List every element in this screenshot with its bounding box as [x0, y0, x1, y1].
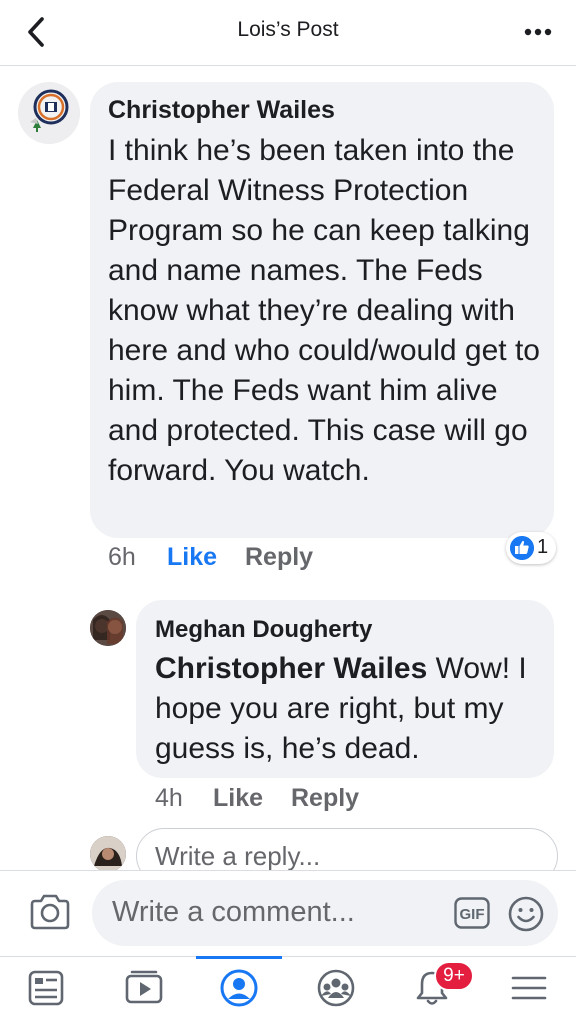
notification-badge: 9+: [434, 961, 474, 991]
news-feed-icon[interactable]: [24, 966, 68, 1010]
post-header: Lois’s Post: [0, 0, 576, 66]
reply-text: Christopher Wailes Wow! I hope you are r…: [155, 649, 545, 769]
gif-button[interactable]: GIF: [454, 897, 490, 929]
groups-icon[interactable]: [314, 966, 358, 1010]
avatar[interactable]: [90, 610, 126, 646]
comment-text: I think he’s been taken into the Federal…: [108, 134, 540, 487]
emoji-icon[interactable]: [507, 895, 545, 933]
comment-time: 6h: [108, 543, 136, 571]
reaction-badge[interactable]: 1: [506, 532, 556, 564]
avatar-logo-icon: [18, 82, 80, 144]
reply-button[interactable]: Reply: [245, 543, 313, 572]
reply-author[interactable]: Meghan Dougherty: [155, 616, 372, 644]
camera-icon[interactable]: [28, 892, 72, 932]
more-options-icon[interactable]: [518, 18, 558, 46]
comment-placeholder: Write a comment...: [112, 896, 355, 928]
gif-label: GIF: [460, 906, 485, 923]
watch-icon[interactable]: [122, 966, 166, 1010]
bottom-navigation: [0, 956, 576, 1024]
gif-icon: GIF: [454, 897, 490, 929]
avatar: [90, 836, 126, 872]
reaction-count: 1: [537, 536, 549, 558]
menu-icon[interactable]: [507, 966, 551, 1010]
reply-button[interactable]: Reply: [291, 784, 359, 813]
mention-link[interactable]: Christopher Wailes: [155, 652, 427, 685]
like-icon: [510, 536, 534, 560]
avatar-photo-icon: [90, 610, 126, 646]
profile-icon[interactable]: [217, 966, 261, 1010]
avatar[interactable]: [18, 82, 80, 144]
like-button[interactable]: Like: [167, 543, 217, 572]
like-button[interactable]: Like: [213, 784, 263, 813]
comment-author[interactable]: Christopher Wailes: [108, 96, 335, 125]
user-photo-icon: [90, 836, 126, 872]
active-tab-indicator: [196, 956, 282, 959]
page-title: Lois’s Post: [237, 18, 339, 41]
reply-time: 4h: [155, 784, 183, 812]
